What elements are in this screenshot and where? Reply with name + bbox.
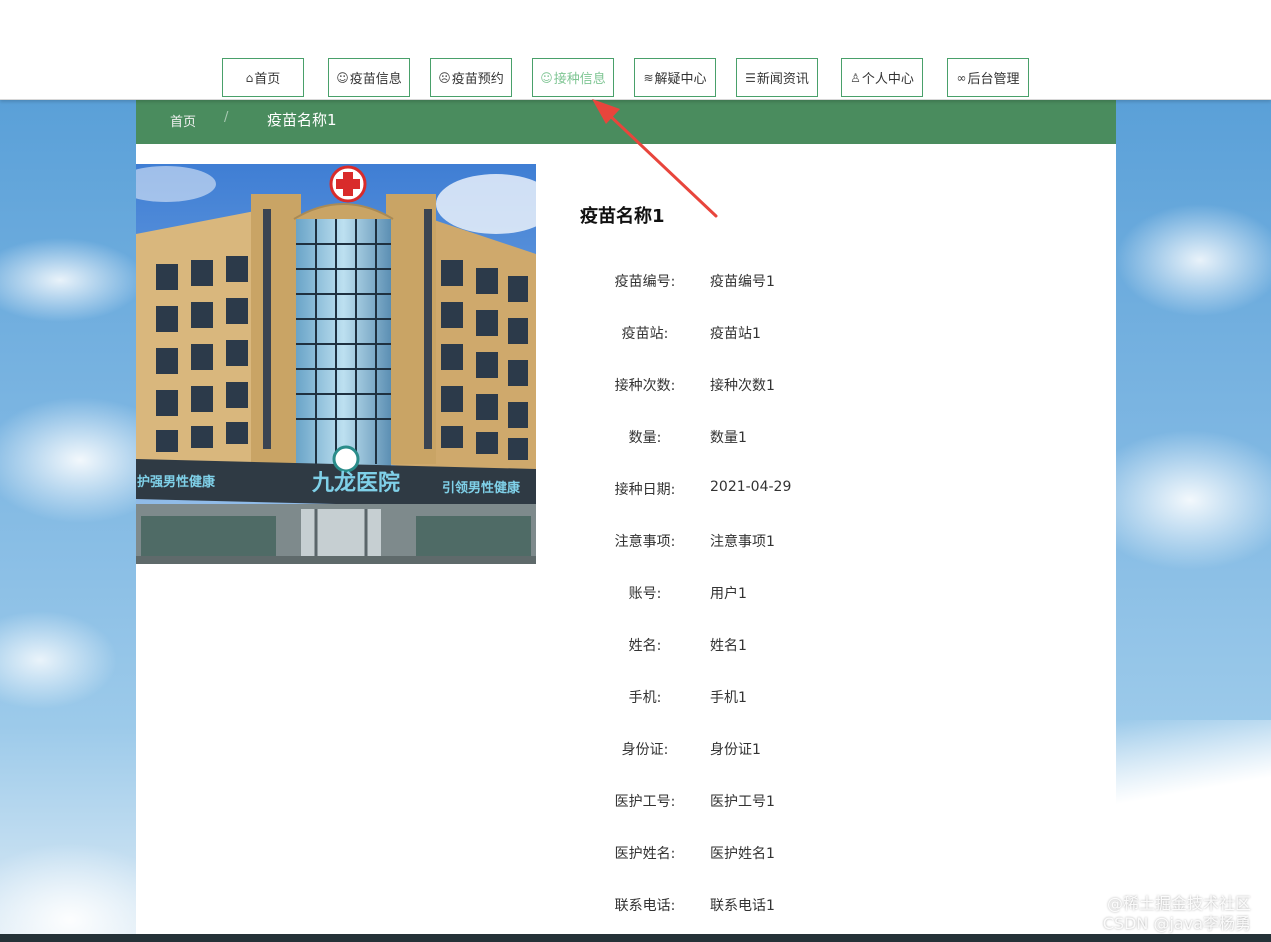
layers-icon: ≋ [643, 70, 654, 85]
info-label: 姓名: [628, 638, 662, 654]
info-value: 用户1 [710, 586, 747, 602]
nav-item-label: 首页 [254, 72, 281, 87]
info-row: 身份证: 身份证1 [580, 739, 980, 763]
info-value: 医护工号1 [710, 794, 775, 810]
nav-item-label: 解疑中心 [654, 72, 707, 87]
nav-item-home[interactable]: ⌂ 首页 [222, 58, 304, 97]
watermark-line: @稀土掘金技术社区 [1106, 894, 1251, 913]
meh-icon: ☺ [540, 70, 553, 85]
vaccine-title: 疫苗名称1 [580, 206, 665, 227]
info-row: 数量: 数量1 [580, 427, 980, 451]
info-value: 疫苗编号1 [710, 274, 775, 290]
detail-panel: 首页 / 疫苗名称1 九龙医院 护强男性健康 引领男性健康 疫苗名称1 疫苗编号… [136, 100, 1116, 934]
nav-item-personal-center[interactable]: ♙ 个人中心 [841, 58, 923, 97]
info-row: 联系电话: 联系电话1 [580, 895, 980, 919]
info-label: 接种次数: [614, 378, 676, 394]
info-label: 医护工号: [614, 794, 676, 810]
watermark: @稀土掘金技术社区 CSDN @java李杨勇 [1103, 894, 1251, 934]
info-value: 疫苗站1 [710, 326, 761, 342]
info-label: 账号: [628, 586, 662, 602]
info-value: 姓名1 [710, 638, 747, 654]
info-value: 注意事项1 [710, 534, 775, 550]
info-value: 医护姓名1 [710, 846, 775, 862]
info-label: 医护姓名: [614, 846, 676, 862]
svg-text:九龙医院: 九龙医院 [311, 470, 400, 496]
info-label: 手机: [628, 690, 662, 706]
info-row: 注意事项: 注意事项1 [580, 531, 980, 555]
user-icon: ♙ [850, 70, 861, 85]
info-value: 接种次数1 [710, 378, 775, 394]
info-label: 联系电话: [614, 898, 676, 914]
vaccine-image: 九龙医院 护强男性健康 引领男性健康 [136, 164, 536, 564]
info-value: 联系电话1 [710, 898, 775, 914]
svg-text:护强男性健康: 护强男性健康 [137, 474, 216, 490]
info-row: 医护工号: 医护工号1 [580, 791, 980, 815]
breadcrumb-current: 疫苗名称1 [267, 111, 337, 129]
nav-item-vaccine-info[interactable]: ☺ 疫苗信息 [328, 58, 410, 97]
info-row: 姓名: 姓名1 [580, 635, 980, 659]
breadcrumb-home-link[interactable]: 首页 [170, 111, 196, 130]
nav-item-label: 新闻资讯 [756, 72, 809, 87]
info-row: 接种日期: 2021-04-29 [580, 479, 980, 503]
svg-text:引领男性健康: 引领男性健康 [442, 480, 521, 496]
info-row: 接种次数: 接种次数1 [580, 375, 980, 399]
info-row: 疫苗站: 疫苗站1 [580, 323, 980, 347]
surprise-icon: ☹ [438, 70, 451, 85]
info-value: 手机1 [710, 690, 747, 706]
watermark-line: CSDN @java李杨勇 [1102, 914, 1251, 933]
nav-item-label: 后台管理 [967, 72, 1020, 87]
home-icon: ⌂ [245, 70, 254, 85]
top-navigation-bar: ⌂ 首页 ☺ 疫苗信息 ☹ 疫苗预约 ☺ 接种信息 ≋ 解疑中心 ☰ 新闻资讯 … [0, 0, 1271, 100]
breadcrumb-separator: / [224, 110, 229, 125]
smile-icon: ☺ [336, 70, 349, 85]
nav-item-faq-center[interactable]: ≋ 解疑中心 [634, 58, 716, 97]
breadcrumb: 首页 / 疫苗名称1 [136, 100, 1116, 144]
nav-item-admin[interactable]: ∞ 后台管理 [947, 58, 1029, 97]
sliders-icon: ☰ [745, 70, 756, 85]
nav-item-label: 疫苗预约 [451, 72, 504, 87]
info-label: 疫苗站: [621, 326, 669, 342]
nav-item-label: 疫苗信息 [349, 72, 402, 87]
info-row: 手机: 手机1 [580, 687, 980, 711]
info-row: 医护姓名: 医护姓名1 [580, 843, 980, 867]
info-label: 疫苗编号: [614, 274, 676, 290]
link-icon: ∞ [956, 70, 967, 85]
nav-item-vaccination-info[interactable]: ☺ 接种信息 [532, 58, 614, 97]
nav-item-label: 个人中心 [861, 72, 914, 87]
info-value: 2021-04-29 [710, 479, 792, 495]
info-label: 数量: [628, 430, 662, 446]
nav-item-news[interactable]: ☰ 新闻资讯 [736, 58, 818, 97]
info-label: 身份证: [621, 742, 669, 758]
info-row: 账号: 用户1 [580, 583, 980, 607]
taskbar [0, 934, 1271, 942]
info-value: 数量1 [710, 430, 747, 446]
info-row: 疫苗编号: 疫苗编号1 [580, 271, 980, 295]
info-label: 注意事项: [614, 534, 676, 550]
info-value: 身份证1 [710, 742, 761, 758]
info-label: 接种日期: [614, 482, 676, 498]
hospital-building-image: 九龙医院 护强男性健康 引领男性健康 [136, 164, 536, 564]
nav-item-vaccine-appointment[interactable]: ☹ 疫苗预约 [430, 58, 512, 97]
nav-item-label: 接种信息 [553, 72, 606, 87]
